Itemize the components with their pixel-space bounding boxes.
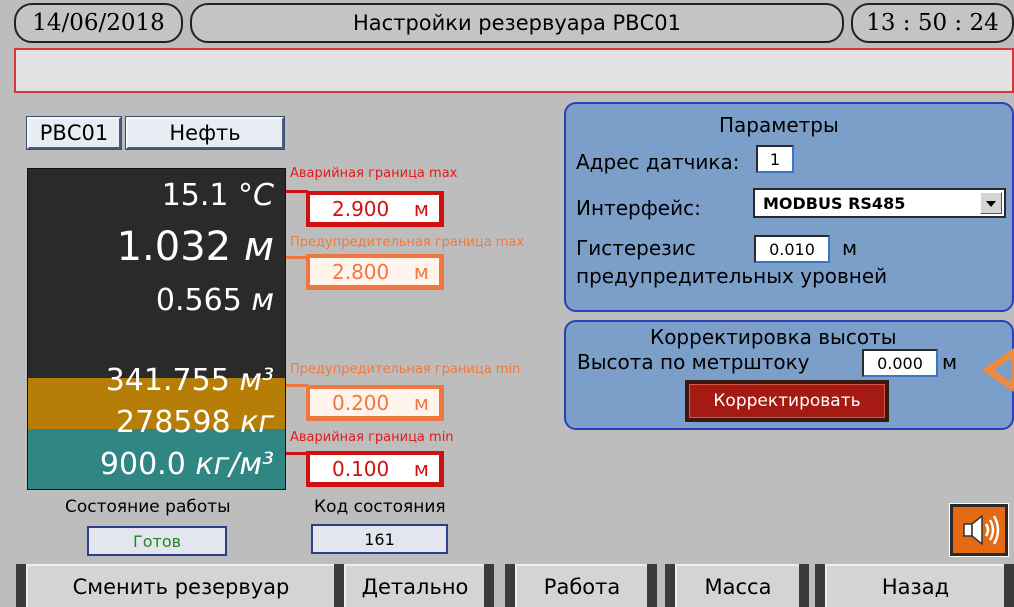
change-tank-button[interactable]: Сменить резервуар: [26, 564, 334, 607]
warn-min-line: [286, 384, 308, 387]
time-display: 13 : 50 : 24: [851, 3, 1014, 43]
alarm-min-line: [286, 452, 308, 455]
warn-max-field[interactable]: 2.800 м: [306, 254, 444, 290]
tank-id-tag: РВС01: [26, 116, 122, 150]
correction-title: Корректировка высоты: [650, 325, 897, 349]
arrow-left-icon[interactable]: [982, 348, 1014, 392]
date-text: 14/06/2018: [32, 10, 165, 36]
sensor-address-label: Адрес датчика:: [576, 150, 740, 174]
details-button[interactable]: Детально: [344, 564, 484, 607]
mass-value: 278598 кг: [116, 405, 274, 440]
page-title-text: Настройки резервуара РВС01: [353, 11, 681, 35]
water-level-value: 0.565 м: [155, 283, 274, 318]
nav-change-tank[interactable]: Сменить резервуар: [16, 564, 344, 607]
warn-max-label: Предупредительная граница max: [290, 235, 525, 250]
hysteresis-label: Гистерезис: [576, 236, 696, 260]
product-text: Нефть: [169, 121, 241, 145]
work-status-value: Готов: [87, 526, 227, 556]
status-code-label: Код состояния: [314, 497, 446, 517]
temperature-value: 15.1 °C: [161, 178, 274, 213]
tank-id-text: РВС01: [39, 121, 109, 145]
alarm-max-field[interactable]: 2.900 м: [306, 191, 444, 227]
hysteresis-label-2: предупредительных уровней: [576, 264, 888, 288]
tank-visual: [27, 168, 286, 490]
page-title: Настройки резервуара РВС01: [190, 3, 844, 43]
alarm-min-field[interactable]: 0.100 м: [306, 451, 444, 487]
alarm-min-label: Аварийная граница min: [290, 430, 454, 445]
correct-button[interactable]: Корректировать: [685, 380, 889, 422]
speaker-icon[interactable]: [949, 503, 1009, 557]
level-value: 1.032 м: [116, 224, 274, 270]
warn-max-line: [286, 256, 308, 259]
nav-mass[interactable]: Масса: [665, 564, 809, 607]
interface-select[interactable]: MODBUS RS485: [753, 188, 1006, 218]
hysteresis-unit: м: [842, 236, 858, 260]
product-tag: Нефть: [125, 116, 285, 150]
nav-work[interactable]: Работа: [505, 564, 657, 607]
rod-height-unit: м: [942, 350, 958, 374]
warn-min-label: Предупредительная граница min: [290, 362, 521, 377]
mass-button[interactable]: Масса: [675, 564, 799, 607]
rod-height-label: Высота по метрштоку: [577, 350, 810, 374]
time-text: 13 : 50 : 24: [866, 10, 999, 36]
message-bar: [14, 48, 1014, 93]
date-display: 14/06/2018: [14, 3, 183, 43]
back-button[interactable]: Назад: [825, 564, 1004, 607]
alarm-max-line: [286, 190, 308, 193]
work-button[interactable]: Работа: [515, 564, 647, 607]
volume-value: 341.755 м³: [105, 363, 274, 398]
interface-label: Интерфейс:: [576, 196, 701, 220]
nav-back[interactable]: Назад: [815, 564, 1014, 607]
rod-height-input[interactable]: 0.000: [862, 349, 938, 377]
parameters-title: Параметры: [719, 113, 839, 137]
density-value: 900.0 кг/м³: [99, 447, 274, 482]
correct-button-face: Корректировать: [689, 384, 885, 418]
nav-details[interactable]: Детально: [334, 564, 494, 607]
sensor-address-input[interactable]: 1: [756, 145, 794, 173]
chevron-down-icon[interactable]: [980, 192, 1002, 214]
warn-min-field[interactable]: 0.200 м: [306, 385, 444, 421]
work-status-label: Состояние работы: [65, 497, 231, 517]
status-code-value: 161: [311, 524, 448, 554]
alarm-max-label: Аварийная граница max: [290, 166, 458, 181]
hysteresis-input[interactable]: 0.010: [754, 235, 830, 263]
